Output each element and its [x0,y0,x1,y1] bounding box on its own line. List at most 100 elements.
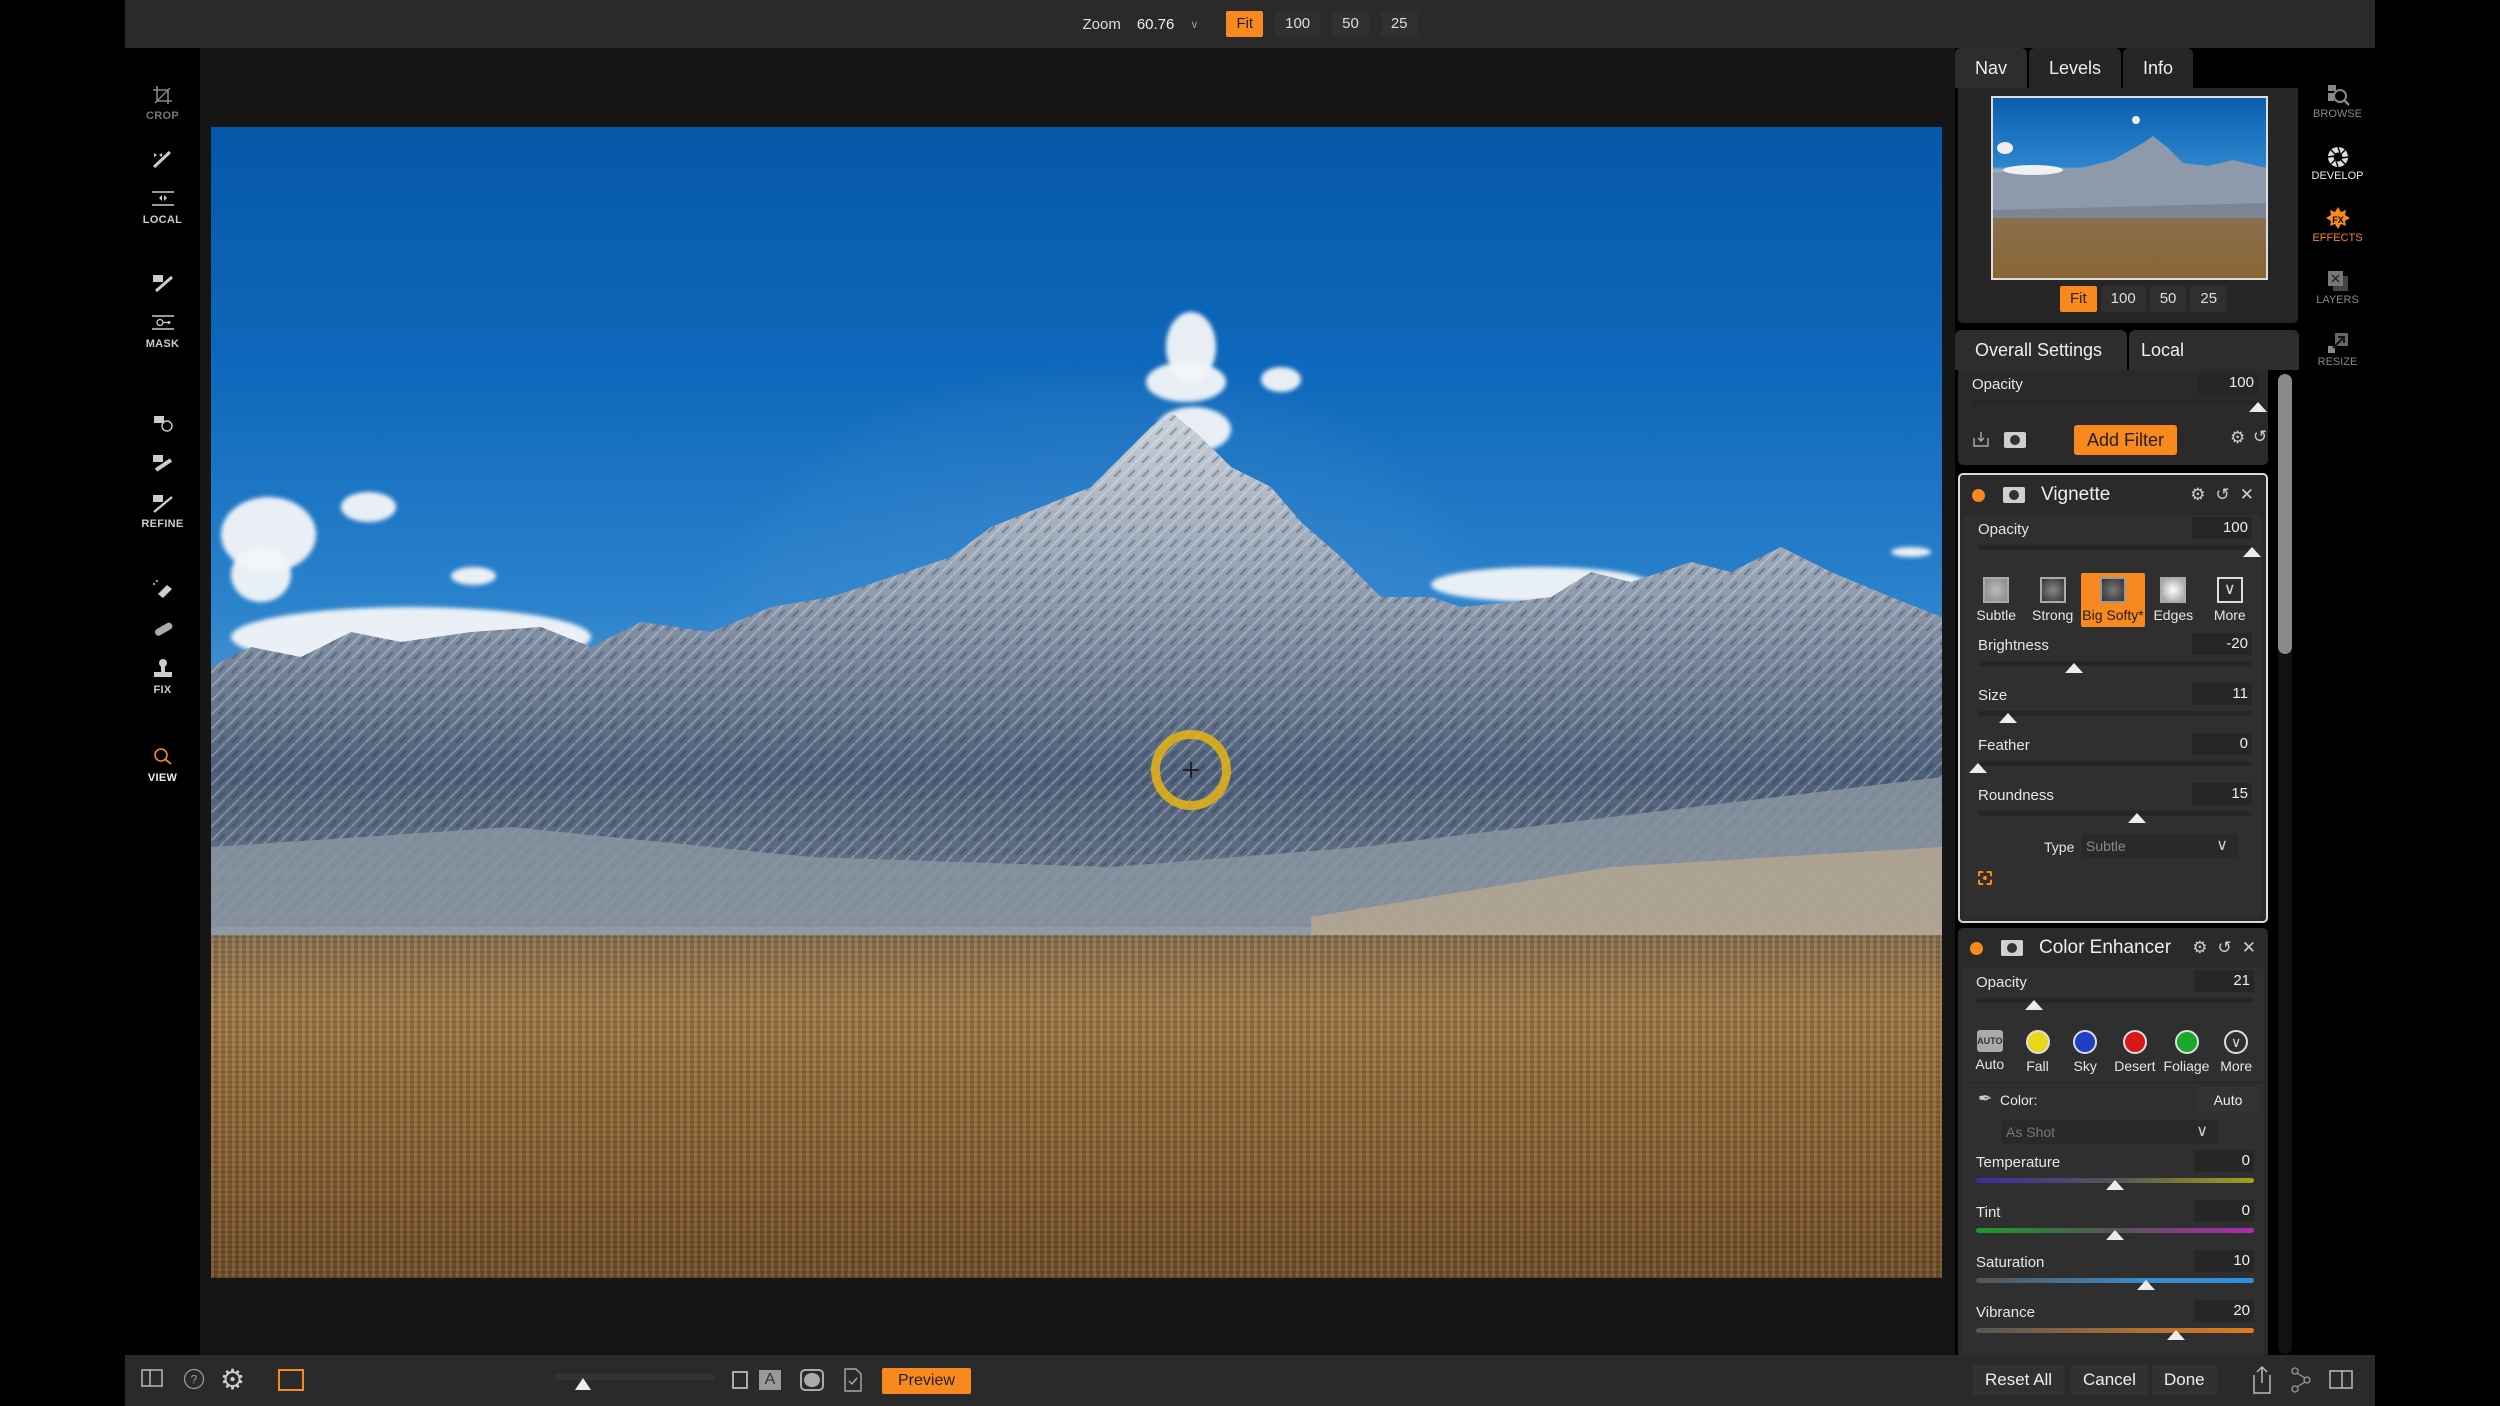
tab-levels[interactable]: Levels [2029,48,2122,88]
tool-refine-brush[interactable] [125,452,200,474]
share-export-icon[interactable] [2250,1365,2274,1395]
close-icon[interactable]: ✕ [2242,938,2256,958]
slider-track[interactable] [1972,400,2258,405]
temperature-value[interactable]: 0 [2194,1150,2254,1172]
tool-local-brush[interactable] [125,148,200,170]
tab-info[interactable]: Info [2123,48,2194,88]
reset-icon[interactable]: ↺ [2253,427,2267,447]
preset-strong[interactable]: Strong [2024,573,2080,627]
mask-overlay-icon[interactable]: A [759,1370,781,1390]
slider-knob[interactable] [2106,1230,2124,1240]
preset-foliage[interactable]: Foliage [2161,1026,2213,1078]
slider-knob[interactable] [2167,1330,2186,1340]
preset-big-softy[interactable]: Big Softy* [2080,573,2146,627]
saturation-slider[interactable]: Saturation 10 [1962,1248,2264,1298]
zoom-dropdown-chevron-icon[interactable]: ∨ [1190,18,1198,31]
tab-nav[interactable]: Nav [1955,48,2028,88]
tool-local[interactable]: LOCAL [125,188,200,226]
slider-knob[interactable] [2249,402,2267,412]
zoom-50-button[interactable]: 50 [1332,11,1369,37]
mask-icon[interactable] [2001,940,2023,956]
roundness-slider[interactable]: Roundness 15 [1964,781,2262,831]
slider-track[interactable] [1978,811,2252,816]
gear-icon[interactable]: ⚙ [2190,485,2205,505]
module-develop[interactable]: DEVELOP [2300,144,2375,182]
compare-doc-icon[interactable] [843,1365,863,1393]
tool-mask[interactable]: MASK [125,312,200,350]
vibrance-value[interactable]: 20 [2194,1300,2254,1322]
slider-knob[interactable] [1999,713,2018,723]
zoom-value[interactable]: 60.76 [1137,16,1175,33]
slider-knob[interactable] [2136,1280,2155,1290]
close-icon[interactable]: ✕ [2240,485,2254,505]
eyedropper-icon[interactable]: ✒ [1978,1089,1992,1109]
slider-knob[interactable] [2243,547,2261,557]
slider-track[interactable] [1976,998,2254,1003]
tint-value[interactable]: 0 [2194,1200,2254,1222]
toggle-right-panel-icon[interactable] [2329,1369,2353,1391]
preset-edges[interactable]: Edges [2145,573,2201,627]
vibrance-slider[interactable]: Vibrance 20 [1962,1298,2264,1348]
tool-refine-drop[interactable] [125,412,200,434]
color-auto-button[interactable]: Auto [2196,1087,2260,1113]
preset-sky[interactable]: Sky [2061,1026,2109,1078]
single-view-icon[interactable] [278,1369,304,1391]
scrollbar-thumb[interactable] [2278,374,2292,654]
nav-zoom-25-button[interactable]: 25 [2190,286,2228,312]
saturation-value[interactable]: 10 [2194,1250,2254,1272]
module-browse[interactable]: BROWSE [2300,82,2375,120]
preset-more[interactable]: ∨ More [2202,573,2258,627]
brush-size-slider-knob[interactable] [575,1378,591,1390]
tool-refine[interactable]: REFINE [125,492,200,530]
preview-button[interactable]: Preview [882,1368,971,1394]
size-slider[interactable]: Size 11 [1964,681,2262,731]
vignette-opacity-slider[interactable]: Opacity 100 [1964,515,2262,565]
slider-track[interactable] [1978,545,2252,550]
color-enhancer-opacity-value[interactable]: 21 [2194,970,2254,992]
nav-zoom-fit-button[interactable]: Fit [2060,286,2097,312]
zoom-fit-button[interactable]: Fit [1226,11,1264,37]
done-button[interactable]: Done [2152,1365,2217,1395]
mask-view-icon[interactable] [800,1369,824,1391]
tool-mask-brush[interactable] [125,272,200,294]
slider-track[interactable] [1978,661,2252,666]
zoom-100-button[interactable]: 100 [1275,11,1321,37]
settings-gear-icon[interactable]: ⚙ [220,1363,245,1396]
module-effects[interactable]: FX EFFECTS [2300,206,2375,244]
color-enhancer-opacity-slider[interactable]: Opacity 21 [1962,968,2264,1018]
slider-track[interactable] [1978,761,2252,766]
nav-zoom-100-button[interactable]: 100 [2100,286,2146,312]
zoom-25-button[interactable]: 25 [1380,11,1418,37]
reset-all-button[interactable]: Reset All [1973,1365,2065,1395]
brightness-slider[interactable]: Brightness -20 [1964,631,2262,681]
toggle-left-panel-icon[interactable] [141,1368,163,1388]
gear-icon[interactable]: ⚙ [2192,938,2207,958]
slider-track[interactable] [1976,1278,2254,1283]
slider-knob[interactable] [2064,663,2083,673]
tool-crop[interactable]: CROP [125,84,200,122]
tab-overall-settings[interactable]: Overall Settings [1955,330,2127,370]
share-nodes-icon[interactable] [2291,1367,2311,1393]
tool-view[interactable]: VIEW [125,746,200,784]
gear-icon[interactable]: ⚙ [2230,428,2245,448]
white-balance-dropdown[interactable]: As Shot ∨ [2002,1120,2218,1144]
slider-knob[interactable] [2127,813,2146,823]
filter-enabled-dot-icon[interactable] [1972,488,1985,502]
overall-opacity-slider[interactable]: Opacity 100 [1958,370,2268,420]
tab-local-adjustments[interactable]: Local Adjustments [2129,330,2299,400]
nav-zoom-50-button[interactable]: 50 [2149,286,2187,312]
add-filter-button[interactable]: Add Filter [2074,425,2178,455]
feather-value[interactable]: 0 [2192,733,2252,755]
brightness-value[interactable]: -20 [2192,633,2252,655]
reset-icon[interactable]: ↺ [2218,938,2232,958]
temperature-slider[interactable]: Temperature 0 [1962,1148,2264,1198]
tint-slider[interactable]: Tint 0 [1962,1198,2264,1248]
image-canvas[interactable] [200,48,1955,1355]
roundness-value[interactable]: 15 [2192,783,2252,805]
module-resize[interactable]: RESIZE [2300,330,2375,368]
navigator-thumbnail[interactable] [1991,96,2268,280]
tool-fix[interactable]: FIX [125,658,200,696]
slider-track[interactable] [1976,1328,2254,1333]
mask-icon[interactable] [2003,487,2025,503]
panel-scrollbar[interactable] [2270,370,2300,1355]
